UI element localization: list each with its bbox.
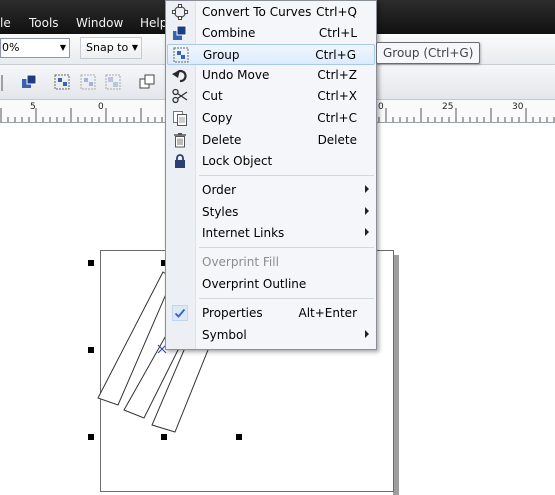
submenu-arrow-icon bbox=[365, 185, 369, 193]
menu-separator bbox=[199, 298, 374, 299]
menu-item-label: Delete bbox=[202, 133, 242, 147]
convert-to-curves-icon bbox=[172, 4, 188, 20]
trash-icon bbox=[174, 133, 186, 148]
menu-item-label: Overprint Outline bbox=[202, 277, 307, 291]
menu-item-label: Properties bbox=[202, 306, 263, 320]
menu-item-combine[interactable]: Combine Ctrl+L bbox=[167, 23, 375, 44]
menu-item-shortcut: Ctrl+G bbox=[315, 48, 356, 62]
group-icon bbox=[173, 47, 189, 63]
selection-handle[interactable] bbox=[88, 260, 94, 266]
tooltip: Group (Ctrl+G) bbox=[376, 42, 481, 64]
context-menu: Convert To Curves Ctrl+Q Combine Ctrl+L … bbox=[165, 0, 377, 350]
menu-separator bbox=[199, 247, 374, 248]
undo-icon bbox=[172, 69, 187, 83]
menu-item-order[interactable]: Order bbox=[167, 180, 375, 201]
menu-item-shortcut: Ctrl+C bbox=[317, 111, 357, 125]
checkmark-icon bbox=[172, 305, 188, 321]
menu-item-internet-links[interactable]: Internet Links bbox=[167, 223, 375, 244]
menu-item-delete[interactable]: Delete Delete bbox=[167, 130, 375, 151]
menu-item-overprint-outline[interactable]: Overprint Outline bbox=[167, 274, 375, 295]
menu-item-symbol[interactable]: Symbol bbox=[167, 325, 375, 346]
menu-item-label: Symbol bbox=[202, 328, 247, 342]
menu-item-label: Copy bbox=[202, 111, 233, 125]
menu-item-cut[interactable]: Cut Ctrl+X bbox=[167, 86, 375, 107]
submenu-arrow-icon bbox=[365, 330, 369, 338]
submenu-arrow-icon bbox=[365, 207, 369, 215]
menu-item-shortcut: Ctrl+L bbox=[318, 26, 357, 40]
selection-handle[interactable] bbox=[88, 347, 94, 353]
lock-icon bbox=[175, 154, 185, 168]
submenu-arrow-icon bbox=[365, 228, 369, 236]
menu-item-label: Cut bbox=[202, 89, 223, 103]
menu-separator bbox=[199, 175, 374, 176]
selection-handle[interactable] bbox=[236, 434, 242, 440]
menu-item-label: Order bbox=[202, 183, 237, 197]
scissors-icon bbox=[172, 88, 188, 104]
menu-item-shortcut: Delete bbox=[317, 133, 357, 147]
menu-item-label: Internet Links bbox=[202, 226, 285, 240]
menu-item-convert-to-curves[interactable]: Convert To Curves Ctrl+Q bbox=[167, 2, 375, 23]
menu-item-shortcut: Alt+Enter bbox=[298, 306, 357, 320]
menu-item-group[interactable]: Group Ctrl+G bbox=[167, 44, 375, 65]
menu-item-label: Undo Move bbox=[202, 68, 270, 82]
menu-item-styles[interactable]: Styles bbox=[167, 202, 375, 223]
menu-item-undo-move[interactable]: Undo Move Ctrl+Z bbox=[167, 65, 375, 86]
selection-handle[interactable] bbox=[88, 434, 94, 440]
menu-item-label: Combine bbox=[202, 26, 256, 40]
menu-item-properties[interactable]: Properties Alt+Enter bbox=[167, 303, 375, 324]
menu-item-overprint-fill: Overprint Fill bbox=[167, 252, 375, 273]
menu-item-lock-object[interactable]: Lock Object bbox=[167, 151, 375, 172]
menu-item-label: Group bbox=[203, 48, 240, 62]
menu-item-label: Overprint Fill bbox=[202, 255, 279, 269]
menu-item-shortcut: Ctrl+Z bbox=[317, 68, 357, 82]
menu-item-shortcut: Ctrl+Q bbox=[316, 5, 357, 19]
menu-item-label: Convert To Curves bbox=[202, 5, 312, 19]
menu-item-shortcut: Ctrl+X bbox=[317, 89, 357, 103]
menu-item-label: Styles bbox=[202, 205, 239, 219]
copy-icon bbox=[173, 111, 187, 126]
combine-icon bbox=[173, 25, 187, 40]
menu-item-copy[interactable]: Copy Ctrl+C bbox=[167, 108, 375, 129]
menu-item-label: Lock Object bbox=[202, 154, 273, 168]
selection-handle[interactable] bbox=[161, 434, 167, 440]
rectangle-shape bbox=[97, 271, 174, 406]
